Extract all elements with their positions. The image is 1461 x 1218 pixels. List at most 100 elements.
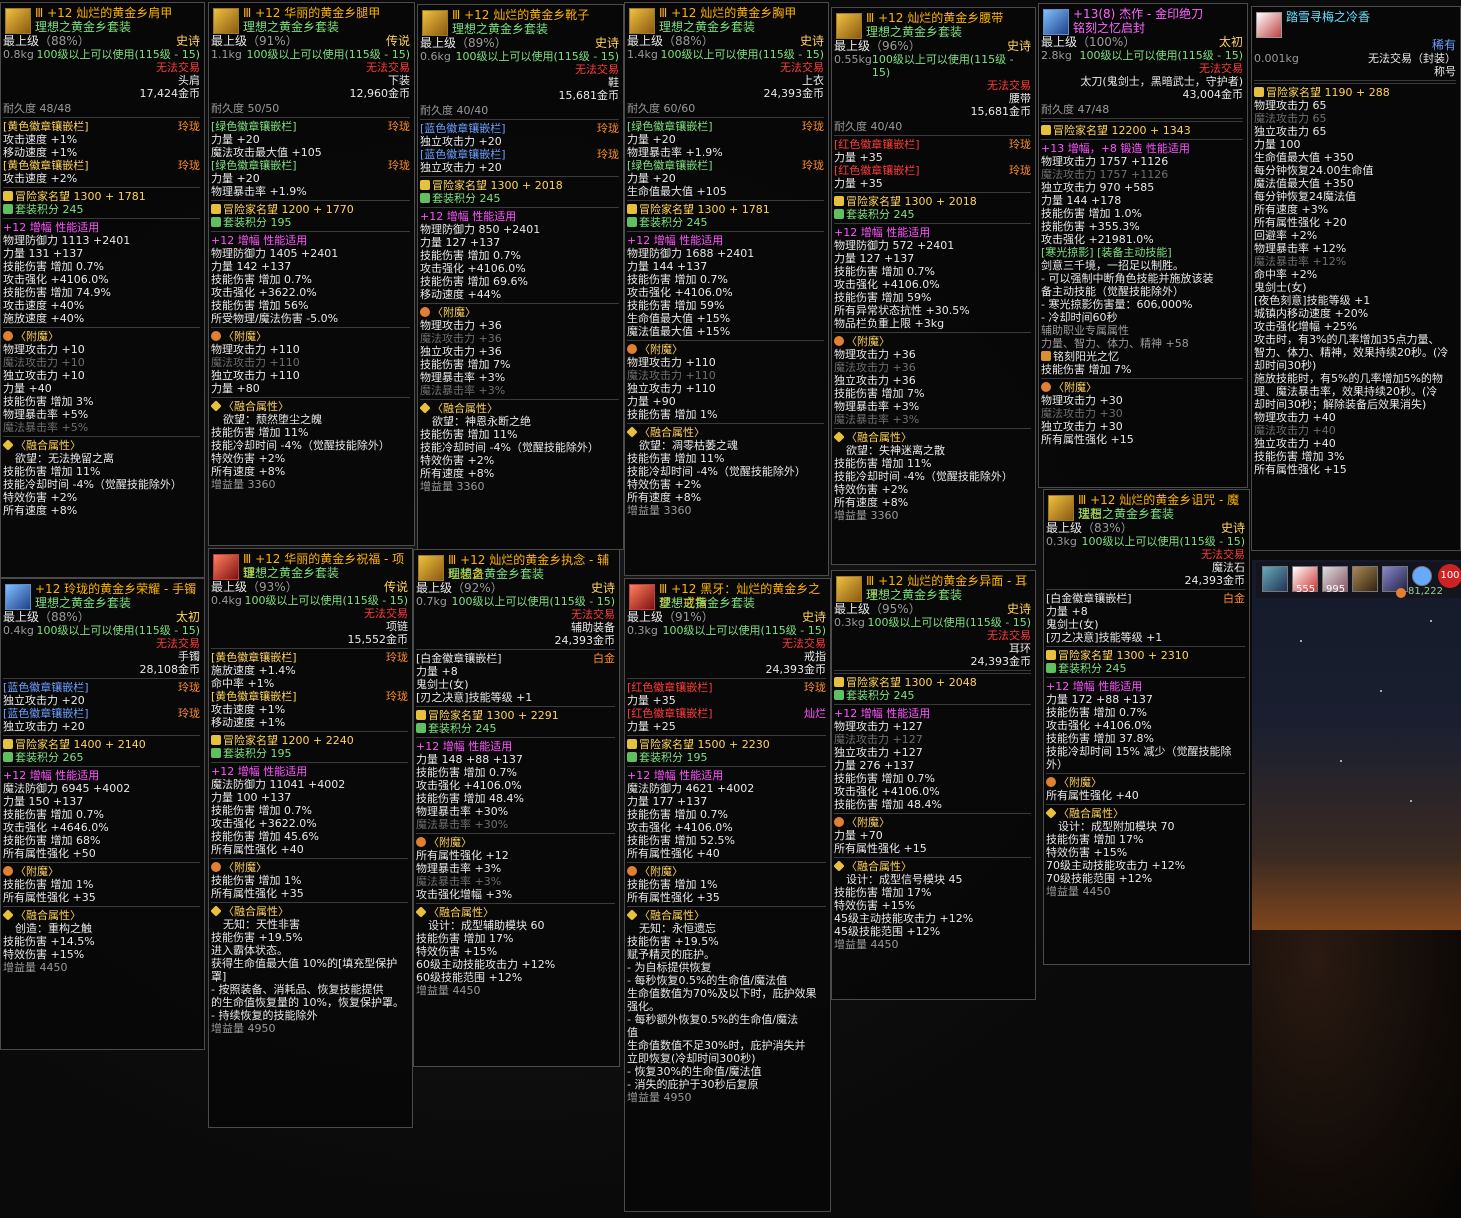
stat-text: 套装积分 195 <box>639 751 708 764</box>
quickslot-icon[interactable] <box>1262 566 1288 592</box>
item-durability: 耐久度 50/50 <box>211 102 280 115</box>
enchant-orb-icon <box>1041 382 1051 392</box>
item-stat-line: 命中率 +2% <box>1254 268 1460 281</box>
item-stat-line: [刃之决意]技能等级 +1 <box>1046 631 1249 644</box>
item-icon <box>836 13 862 39</box>
item-stat-line: 魔法防御力 11041 +4002 <box>211 778 412 791</box>
stat-text: 增益量 4450 <box>416 984 481 997</box>
stat-text: 力量 +40 <box>3 382 52 395</box>
emblem-slot: [红色徽章镶嵌栏] 玲珑 <box>834 164 1035 177</box>
stat-text: 物理暴击率 +1.9% <box>211 185 307 198</box>
item-stat-line: 施放速度 +1.4% <box>211 664 412 677</box>
stat-text: 独立攻击力 +36 <box>834 374 916 387</box>
item-price: 12,960金币 <box>349 87 411 100</box>
item-weight: 1.1kg <box>211 48 242 61</box>
stat-text: 攻击强化 +4106.0% <box>834 278 940 291</box>
stat-text: 〈融合属性〉 <box>15 439 81 452</box>
stat-text: 增益量 4450 <box>1046 885 1111 898</box>
item-stat-line: 物理攻击力 +30 <box>1041 394 1247 407</box>
divider <box>1046 646 1245 647</box>
item-level-req: 100级以上可以使用(115级 - 15) <box>36 624 200 637</box>
item-rarity: 太初 <box>175 610 200 624</box>
item-stat-line: 力量 +8 <box>1046 605 1249 618</box>
stat-text: 冒险家名望 1300 + 1781 <box>639 203 770 216</box>
item-stat-line: 套装积分 195 <box>211 747 412 760</box>
item-stat-line: +12 增幅 性能适用 <box>627 234 828 247</box>
stat-text: 所有属性强化 +35 <box>627 891 720 904</box>
item-stat-line: 攻击强化增幅 +3% <box>416 888 619 901</box>
divider <box>1046 589 1245 590</box>
stat-text: 技能伤害 增加 1% <box>627 408 718 421</box>
fusion-diamond-icon <box>415 906 427 918</box>
item-level-req: 100级以上可以使用(115级 - 15) <box>867 616 1031 629</box>
stat-text: 物品栏负重上限 +3kg <box>834 317 945 330</box>
emblem-type: 玲珑 <box>802 159 824 172</box>
item-weight: 0.4kg <box>211 594 242 607</box>
item-tooltip: Ⅲ +12 灿烂的黄金乡肩甲 理想之黄金乡套装 最上级（88%） 史诗 0.8kg 10… <box>0 2 205 578</box>
item-tooltip: Ⅲ +12 灿烂的黄金乡胸甲 理想之黄金乡套装 最上级（88%） 史诗 1.4kg 10… <box>624 2 829 576</box>
stat-text: 冒险家名望 1200 + 2240 <box>223 734 354 747</box>
stat-text: 技能冷却时间 -4%（觉醒技能除外） <box>3 478 182 491</box>
item-slot: 上衣 <box>802 74 824 87</box>
item-stat-line: 60级技能范围 +12% <box>416 971 619 984</box>
stat-text: 设计：成型附加模块 70 <box>1058 820 1175 833</box>
stat-text: 技能伤害 增加 52.5% <box>627 834 735 847</box>
item-durability: 耐久度 48/48 <box>3 102 72 115</box>
divider <box>3 218 200 219</box>
item-stat-line: 攻击速度 +40% <box>3 299 204 312</box>
stat-text: 魔法值最大值 +15% <box>627 325 731 338</box>
item-stat-line: 魔法攻击力 +36 <box>834 361 1035 374</box>
fusion-diamond-icon <box>2 439 14 451</box>
item-stat-line: 进入霸体状态。 <box>211 944 412 957</box>
item-weight: 0.55kg <box>834 53 872 66</box>
item-stat-line: 攻击强化 +3622.0% <box>211 817 412 830</box>
item-stat-line: 却时间30秒) <box>1254 359 1460 372</box>
item-price: 24,393金币 <box>554 634 616 647</box>
item-stat-line: 物理暴击率 +12% <box>1254 242 1460 255</box>
quickslot-count: 555 <box>1296 584 1316 595</box>
stat-text: +13 增幅，+8 锻造 性能适用 <box>1041 142 1190 155</box>
item-stat-line: 独立攻击力 +127 <box>834 746 1035 759</box>
item-stat-line: 创造：重构之触 <box>3 922 204 935</box>
item-stat-line: 力量、智力、体力、精神 +58 <box>1041 337 1247 350</box>
stat-text: 独立攻击力 +36 <box>420 345 502 358</box>
stat-text: 技能伤害 增加 7% <box>834 387 925 400</box>
item-stat-line: 所有属性强化 +40 <box>627 847 830 860</box>
item-stat-line: 〈融合属性〉 <box>2 439 204 452</box>
stat-text: 套装积分 245 <box>1058 662 1127 675</box>
item-stat-line: 攻击强化 +4106.0% <box>420 262 623 275</box>
stat-text: +12 增幅 性能适用 <box>627 234 724 247</box>
item-weight: 0.3kg <box>834 616 865 629</box>
item-grade: 最上级（92%） <box>416 581 503 595</box>
item-stat-line: 技能伤害 增加 48.4% <box>834 798 1035 811</box>
item-set-name: 理想之黄金乡套装 <box>243 566 340 580</box>
item-stat-line: 攻击强化 +4106.0% <box>627 821 830 834</box>
divider <box>834 673 1031 674</box>
stat-text: 魔法攻击力 1757 +1126 <box>1041 168 1169 181</box>
stat-text: 生命值最大值 +15% <box>627 312 731 325</box>
enchant-orb-icon <box>627 344 637 354</box>
item-stat-line: 罩] <box>211 970 412 983</box>
item-stat-line: 移动速度 +1% <box>3 146 204 159</box>
item-stat-line: [寒光掠影] [装备主动技能] <box>1041 246 1247 259</box>
item-set-name: 理想之黄金乡套装 <box>866 25 963 39</box>
emblem-slot-label: [绿色徽章镶嵌栏] <box>211 120 297 133</box>
item-slot: 手镯 <box>178 650 200 663</box>
item-stat-line: 套装积分 195 <box>627 751 830 764</box>
item-stat-line: 命中率 +1% <box>211 677 412 690</box>
stat-text: 套装积分 195 <box>223 747 292 760</box>
stat-text: 技能伤害 增加 56% <box>211 299 309 312</box>
stat-text: 力量 +70 <box>834 829 883 842</box>
item-stat-line: 增益量 4950 <box>627 1091 830 1104</box>
star <box>1340 760 1342 762</box>
stat-text: 所有速度 +8% <box>627 491 702 504</box>
stat-text: 套装积分 265 <box>15 751 84 764</box>
stat-text: 特效伤害 +15% <box>1046 846 1128 859</box>
stat-text: 力量 127 +137 <box>420 236 501 249</box>
stat-text: 魔法攻击力 +110 <box>627 369 716 382</box>
emblem-type: 玲珑 <box>804 681 826 694</box>
quickslot-icon[interactable] <box>1352 566 1378 592</box>
item-price: 28,108金币 <box>139 663 201 676</box>
item-rarity: 史诗 <box>801 610 826 624</box>
item-stat-line: 增益量 4450 <box>416 984 619 997</box>
